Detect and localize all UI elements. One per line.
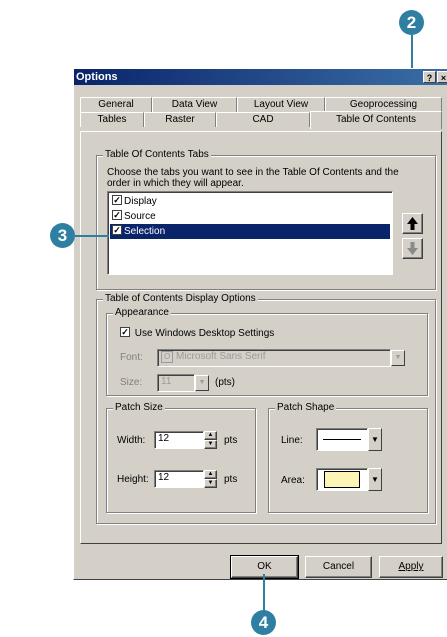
cancel-button[interactable]: Cancel: [305, 556, 372, 578]
width-input[interactable]: 12: [154, 431, 204, 449]
options-dialog: Options ? × General Data View Layout Vie…: [73, 68, 447, 580]
toc-tabs-instructions: Choose the tabs you want to see in the T…: [107, 167, 399, 189]
height-unit: pts: [224, 474, 238, 485]
callout-4: 4: [251, 610, 276, 635]
callout-4-leader: [263, 574, 265, 612]
list-item-display[interactable]: ✓ Display: [110, 194, 390, 209]
tab-panel: Table Of Contents Tabs Choose the tabs y…: [80, 131, 442, 544]
list-item-selection[interactable]: ✓ Selection: [110, 224, 390, 239]
selection-checkbox[interactable]: ✓: [112, 225, 122, 236]
source-checkbox[interactable]: ✓: [112, 210, 122, 221]
move-up-button[interactable]: [402, 213, 423, 234]
size-dropdown-arrow[interactable]: ▼: [195, 375, 209, 391]
callout-3: 3: [50, 223, 75, 248]
width-spin-up[interactable]: ▲: [204, 431, 217, 440]
line-style-picker[interactable]: [316, 428, 368, 451]
help-button[interactable]: ?: [423, 71, 436, 83]
tab-raster[interactable]: Raster: [144, 112, 216, 127]
callout-3-leader: [75, 235, 109, 237]
move-down-button[interactable]: [402, 238, 423, 259]
size-unit: (pts): [215, 377, 235, 388]
appearance-legend: Appearance: [113, 307, 171, 319]
size-select[interactable]: 11: [157, 374, 195, 392]
title-bar: Options: [74, 69, 447, 85]
patch-size-group: Patch Size Width: 12 ▲ ▼ pts Height: 12 …: [106, 402, 256, 513]
height-label: Height:: [117, 474, 149, 485]
use-windows-settings-checkbox[interactable]: ✓: [120, 327, 130, 338]
line-preview: [323, 439, 361, 440]
list-item-source[interactable]: ✓ Source: [110, 209, 390, 224]
tab-table-of-contents[interactable]: Table Of Contents: [310, 111, 442, 129]
toc-tabs-legend: Table Of Contents Tabs: [103, 149, 211, 161]
tab-layout-view[interactable]: Layout View: [237, 97, 325, 112]
area-dropdown-arrow[interactable]: ▼: [368, 468, 382, 491]
toc-display-options-group: Table of Contents Display Options Appear…: [96, 293, 436, 524]
tab-tables[interactable]: Tables: [80, 112, 144, 127]
area-label: Area:: [281, 475, 305, 486]
line-dropdown-arrow[interactable]: ▼: [368, 428, 382, 451]
display-checkbox[interactable]: ✓: [112, 195, 122, 206]
tab-geoprocessing[interactable]: Geoprocessing: [325, 97, 442, 112]
height-spin-up[interactable]: ▲: [204, 470, 217, 479]
dialog-title: Options: [76, 71, 118, 83]
display-options-legend: Table of Contents Display Options: [103, 293, 258, 305]
width-unit: pts: [224, 435, 238, 446]
close-button[interactable]: ×: [437, 71, 447, 83]
width-label: Width:: [117, 435, 146, 446]
arrow-up-icon: [407, 217, 418, 230]
toc-tabs-group: Table Of Contents Tabs Choose the tabs y…: [96, 149, 436, 290]
arrow-down-icon: [407, 242, 418, 255]
apply-button[interactable]: Apply: [379, 556, 443, 578]
callout-2: 2: [399, 10, 424, 35]
height-input[interactable]: 12: [154, 470, 204, 488]
size-label: Size:: [120, 377, 143, 388]
font-type-icon: O: [161, 351, 173, 363]
use-windows-settings-option[interactable]: ✓ Use Windows Desktop Settings: [120, 327, 274, 340]
patch-size-legend: Patch Size: [113, 402, 165, 414]
area-style-picker[interactable]: [316, 468, 368, 491]
appearance-group: Appearance ✓ Use Windows Desktop Setting…: [106, 307, 428, 396]
area-preview: [324, 471, 360, 488]
font-dropdown-arrow[interactable]: ▼: [391, 350, 405, 366]
patch-shape-group: Patch Shape Line: ▼ Area: ▼: [268, 402, 428, 513]
tab-data-view[interactable]: Data View: [152, 97, 237, 112]
height-spin-down[interactable]: ▼: [204, 479, 217, 488]
tab-cad[interactable]: CAD: [216, 112, 310, 127]
line-label: Line:: [281, 435, 303, 446]
toc-tabs-list[interactable]: ✓ Display ✓ Source ✓ Selection: [107, 191, 393, 275]
font-label: Font:: [120, 352, 143, 363]
font-select[interactable]: O Microsoft Sans Serif: [157, 349, 391, 367]
patch-shape-legend: Patch Shape: [275, 402, 337, 414]
width-spin-down[interactable]: ▼: [204, 440, 217, 449]
tab-general[interactable]: General: [80, 97, 152, 112]
